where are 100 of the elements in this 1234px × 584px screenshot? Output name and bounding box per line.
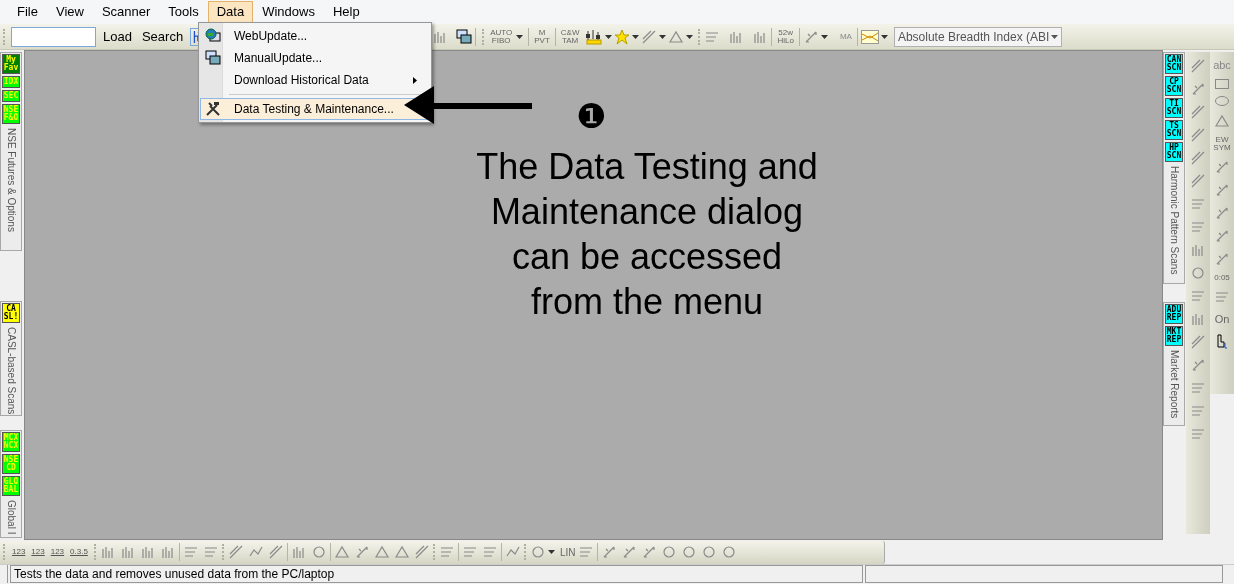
- chart-tool-icon[interactable]: [333, 544, 350, 560]
- timer-tool-button[interactable]: 0:05: [1214, 274, 1230, 282]
- load-button[interactable]: Load: [102, 26, 133, 47]
- menu-item[interactable]: WebUpdate...: [200, 25, 430, 47]
- chart-tool-icon[interactable]: [413, 544, 430, 560]
- scan-badge[interactable]: ADU REP: [1165, 304, 1183, 324]
- chart-tool-icon[interactable]: [1190, 288, 1206, 304]
- chart-tool-icon[interactable]: [119, 544, 136, 560]
- chart-tool-icon[interactable]: [393, 544, 410, 560]
- chart-tool-icon[interactable]: [159, 544, 176, 560]
- chart-tool-icon[interactable]: [661, 544, 678, 560]
- tool-button[interactable]: AUTO FIBO: [488, 28, 515, 45]
- chart-tool-icon[interactable]: [438, 544, 455, 560]
- tool-button[interactable]: 52w HiLo: [775, 28, 796, 45]
- chart-tool-icon[interactable]: [310, 544, 327, 560]
- symbol-input-field[interactable]: [11, 26, 96, 47]
- indicator-select[interactable]: Absolute Breadth Index (ABI: [893, 26, 1062, 47]
- chart-tool-icon[interactable]: [1190, 81, 1206, 97]
- scan-badge[interactable]: MKT REP: [1165, 326, 1183, 346]
- sidebar-tab[interactable]: ADU REP MKT REP Market Reports: [1163, 302, 1185, 426]
- chart-tool-icon[interactable]: [1214, 289, 1230, 305]
- chart-tool-icon[interactable]: [1190, 426, 1206, 442]
- chart-tool-icon[interactable]: [227, 544, 244, 560]
- chart-tool-icon[interactable]: [373, 544, 390, 560]
- dropdown-caret-icon[interactable]: [820, 34, 828, 39]
- sidebar-tab[interactable]: CAN SCN CP SCN TI SCN TS SCN HP SCN Harmonic Pattern Scans: [1163, 52, 1185, 284]
- menu-item[interactable]: ManualUpdate...: [200, 47, 430, 69]
- chart-tool-icon[interactable]: [481, 544, 498, 560]
- chart-tool-icon[interactable]: [681, 544, 698, 560]
- chart-tool-icon[interactable]: [1190, 219, 1206, 235]
- dropdown-caret-icon[interactable]: [659, 34, 667, 39]
- chart-tool-icon[interactable]: [461, 544, 478, 560]
- menu-item[interactable]: Windows: [253, 1, 324, 23]
- chart-tool-icon[interactable]: [182, 544, 199, 560]
- candle-icon[interactable]: [585, 28, 604, 45]
- sidebar-tab[interactable]: CA SL! CASL-based Scans: [0, 301, 22, 416]
- menu-item[interactable]: Data: [207, 1, 254, 23]
- line-tool-button[interactable]: LIN: [559, 544, 576, 560]
- chart-tool-icon[interactable]: [1190, 380, 1206, 396]
- dropdown-caret-icon[interactable]: [516, 34, 524, 39]
- chart-tool-icon[interactable]: [621, 544, 638, 560]
- tool-button[interactable]: M PVT: [532, 28, 552, 45]
- chart-tool-icon[interactable]: [139, 544, 156, 560]
- chart-tool-icon[interactable]: [1214, 182, 1230, 198]
- menu-item[interactable]: Help: [323, 1, 369, 23]
- tool-button[interactable]: C&W TAM: [558, 28, 582, 45]
- chart-tool-icon[interactable]: [1190, 127, 1206, 143]
- dropdown-caret-icon[interactable]: [605, 34, 613, 39]
- dropdown-caret-icon[interactable]: [686, 34, 694, 39]
- chart-tool-icon[interactable]: [1214, 205, 1230, 221]
- scan-badge[interactable]: CP SCN: [1165, 76, 1183, 96]
- chart-tool-icon[interactable]: [1190, 150, 1206, 166]
- dropdown-caret-icon[interactable]: [880, 34, 888, 39]
- chart-tool-icon[interactable]: [1190, 196, 1206, 212]
- scan-badge[interactable]: My Fav: [2, 54, 20, 74]
- scan-badge[interactable]: HP SCN: [1165, 142, 1183, 162]
- chart-tool-icon[interactable]: [267, 544, 284, 560]
- chart-tool-icon[interactable]: [641, 544, 658, 560]
- chart-tool-icon[interactable]: [1190, 265, 1206, 281]
- chart-tool-icon[interactable]: [701, 544, 718, 560]
- menu-item[interactable]: Tools: [159, 1, 208, 23]
- dropdown-caret-icon[interactable]: [547, 550, 555, 554]
- menu-item[interactable]: Scanner: [92, 1, 160, 23]
- cursor-icon[interactable]: [1214, 333, 1230, 349]
- count-tool-button[interactable]: 123: [12, 546, 26, 558]
- chart-tool-icon[interactable]: [1190, 357, 1206, 373]
- dropdown-caret-icon[interactable]: [1050, 34, 1058, 39]
- search-button[interactable]: Search: [140, 26, 185, 47]
- chart-tool-icon[interactable]: [721, 544, 738, 560]
- chart-tool-icon[interactable]: [1190, 242, 1206, 258]
- count-tool-button[interactable]: 123: [50, 546, 65, 558]
- menu-item[interactable]: Download Historical Data: [200, 69, 430, 91]
- chart-tool-icon[interactable]: [202, 544, 219, 560]
- scan-badge[interactable]: CA SL!: [2, 303, 20, 323]
- chart-tool-icon[interactable]: [578, 544, 595, 560]
- menu-item[interactable]: View: [46, 1, 93, 23]
- chart-tool-icon[interactable]: [1190, 173, 1206, 189]
- count-tool-button[interactable]: 123: [31, 546, 45, 558]
- chart-tool-icon[interactable]: [290, 544, 307, 560]
- rectangle-icon[interactable]: [1215, 79, 1229, 89]
- on-button[interactable]: On: [1214, 312, 1230, 326]
- scan-badge[interactable]: TS SCN: [1165, 120, 1183, 140]
- chart-tool-icon[interactable]: [1190, 334, 1206, 350]
- sidebar-tab[interactable]: My Fav IDX SEC NSE F&O NSE Futures & Options: [0, 52, 22, 251]
- ellipse-icon[interactable]: [1215, 96, 1229, 106]
- chart-tool-icon[interactable]: [1214, 159, 1230, 175]
- dropdown-caret-icon[interactable]: [632, 34, 640, 39]
- tool-button[interactable]: EW SYM: [1211, 136, 1233, 152]
- menu-item[interactable]: Data Testing & Maintenance...: [200, 98, 430, 120]
- chart-tool-icon[interactable]: [99, 544, 116, 560]
- chart-tool-icon[interactable]: [1190, 311, 1206, 327]
- chart-tool-icon[interactable]: [1214, 228, 1230, 244]
- scan-badge[interactable]: TI SCN: [1165, 98, 1183, 118]
- star-icon[interactable]: [614, 28, 631, 45]
- menu-item[interactable]: File: [8, 1, 47, 23]
- chart-tool-icon[interactable]: [601, 544, 618, 560]
- count-tool-button[interactable]: 0.3.5: [70, 546, 88, 558]
- chart-tool-icon[interactable]: [1190, 403, 1206, 419]
- chart-tool-icon[interactable]: [1214, 113, 1230, 129]
- chart-tool-icon[interactable]: [1190, 104, 1206, 120]
